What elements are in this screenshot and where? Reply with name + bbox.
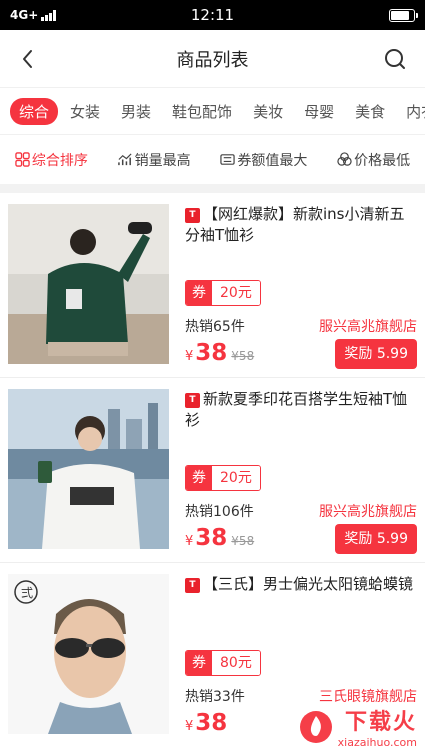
product-title-text: 【网红爆款】新款ins小清新五分袖T恤衫 <box>185 205 405 244</box>
tmall-badge-icon: T <box>185 393 200 408</box>
battery-icon <box>389 8 418 22</box>
sort-bar: 综合排序 销量最高 券额值最大 价格最低 <box>0 134 425 184</box>
watermark-sub: xiazaihuo.com <box>337 736 417 749</box>
reward-button[interactable]: 奖励 5.99 <box>335 524 417 554</box>
status-time: 12:11 <box>190 6 235 24</box>
section-divider <box>0 184 425 193</box>
price: 38 <box>195 525 228 551</box>
network-status: 4G+ <box>10 8 57 22</box>
coupon-tag: 券 20元 <box>185 280 261 306</box>
watermark: 下载火 xiazaihuo.com <box>298 704 417 749</box>
price-symbol: ¥ <box>185 719 194 734</box>
price-row: ¥38 ¥58 <box>185 525 254 551</box>
watermark-main: 下载火 <box>344 710 417 735</box>
product-card[interactable]: T 【网红爆款】新款ins小清新五分袖T恤衫 券 20元 热销65件 服兴高兆旗舰店… <box>0 193 425 378</box>
category-tab-baby[interactable]: 母婴 <box>295 97 343 126</box>
product-title[interactable]: T 【网红爆款】新款ins小清新五分袖T恤衫 <box>185 204 417 248</box>
coupon-label: 券 <box>186 651 212 675</box>
price-row: ¥38 ¥58 <box>185 340 254 366</box>
shop-name[interactable]: 三氏眼镜旗舰店 <box>319 686 417 706</box>
coupon-label: 券 <box>186 466 212 490</box>
category-tab-food[interactable]: 美食 <box>346 97 394 126</box>
category-tab-men[interactable]: 男装 <box>112 97 160 126</box>
sales-count: 热销65件 <box>185 319 245 335</box>
product-title-text: 新款夏季印花百搭学生短袖T恤衫 <box>185 390 408 429</box>
signal-icon <box>41 9 57 21</box>
category-tab-all[interactable]: 综合 <box>10 97 59 125</box>
price-row: ¥38 <box>185 710 227 736</box>
coupon-value: 80元 <box>212 651 260 675</box>
coupon-icon <box>220 154 236 165</box>
coupon-tag: 券 20元 <box>185 465 261 491</box>
sort-price[interactable]: 价格最低 <box>337 150 410 170</box>
price: 38 <box>195 340 228 366</box>
back-arrow-icon[interactable] <box>16 47 40 71</box>
product-card[interactable]: T 新款夏季印花百搭学生短袖T恤衫 券 20元 热销106件 服兴高兆旗舰店 ¥38… <box>0 378 425 563</box>
svg-text:弍: 弍 <box>21 585 33 600</box>
watermark-text: 下载火 xiazaihuo.com <box>338 704 417 749</box>
product-title-text: 【三氏】男士偏光太阳镜蛤蟆镜 <box>203 575 414 593</box>
coupon-label: 券 <box>186 281 212 305</box>
sort-sales[interactable]: 销量最高 <box>117 150 191 170</box>
shop-name[interactable]: 服兴高兆旗舰店 <box>319 501 417 521</box>
coupon-value: 20元 <box>212 466 260 490</box>
coupon-tag: 券 80元 <box>185 650 261 676</box>
trend-icon <box>117 153 132 166</box>
sort-label: 销量最高 <box>134 152 191 169</box>
tmall-badge-icon: T <box>185 578 200 593</box>
flame-logo-icon <box>299 710 332 743</box>
page-title: 商品列表 <box>176 49 249 71</box>
category-tab-shoes-bags[interactable]: 鞋包配饰 <box>163 97 241 126</box>
category-tab-women[interactable]: 女装 <box>61 97 109 126</box>
tmall-badge-icon: T <box>185 208 200 223</box>
price-symbol: ¥ <box>185 349 194 364</box>
product-image[interactable] <box>8 389 169 549</box>
status-bar: 4G+ 12:11 <box>0 0 425 30</box>
sort-coupon[interactable]: 券额值最大 <box>220 150 307 170</box>
product-image[interactable]: 弍 <box>8 574 169 734</box>
category-tab-beauty[interactable]: 美妆 <box>244 97 292 126</box>
original-price: ¥58 <box>231 534 255 548</box>
shop-name[interactable]: 服兴高兆旗舰店 <box>319 316 417 336</box>
product-info: T 【网红爆款】新款ins小清新五分袖T恤衫 券 20元 热销65件 服兴高兆旗舰店… <box>169 204 417 369</box>
grid-icon <box>15 152 30 167</box>
price: 38 <box>195 710 228 736</box>
product-image[interactable] <box>8 204 169 364</box>
product-title[interactable]: T 【三氏】男士偏光太阳镜蛤蟆镜 <box>185 574 417 618</box>
search-icon[interactable] <box>383 47 407 71</box>
sort-label: 价格最低 <box>354 152 411 169</box>
nav-bar: 商品列表 <box>0 30 425 88</box>
sales-count: 热销33件 <box>185 689 245 705</box>
sort-label: 综合排序 <box>31 152 88 169</box>
sort-comprehensive[interactable]: 综合排序 <box>15 150 88 170</box>
product-info: T 新款夏季印花百搭学生短袖T恤衫 券 20元 热销106件 服兴高兆旗舰店 ¥38… <box>169 389 417 554</box>
network-type: 4G+ <box>10 8 39 22</box>
battery-level <box>391 10 409 20</box>
category-tabs: 综合 女装 男装 鞋包配饰 美妆 母婴 美食 内衣 <box>0 88 425 134</box>
sort-label: 券额值最大 <box>237 152 308 169</box>
original-price: ¥58 <box>231 349 255 363</box>
reward-button[interactable]: 奖励 5.99 <box>335 339 417 369</box>
coins-icon <box>337 152 352 166</box>
product-title[interactable]: T 新款夏季印花百搭学生短袖T恤衫 <box>185 389 417 433</box>
sales-count: 热销106件 <box>185 504 254 520</box>
price-symbol: ¥ <box>185 534 194 549</box>
category-tab-underwear[interactable]: 内衣 <box>397 97 425 126</box>
coupon-value: 20元 <box>212 281 260 305</box>
